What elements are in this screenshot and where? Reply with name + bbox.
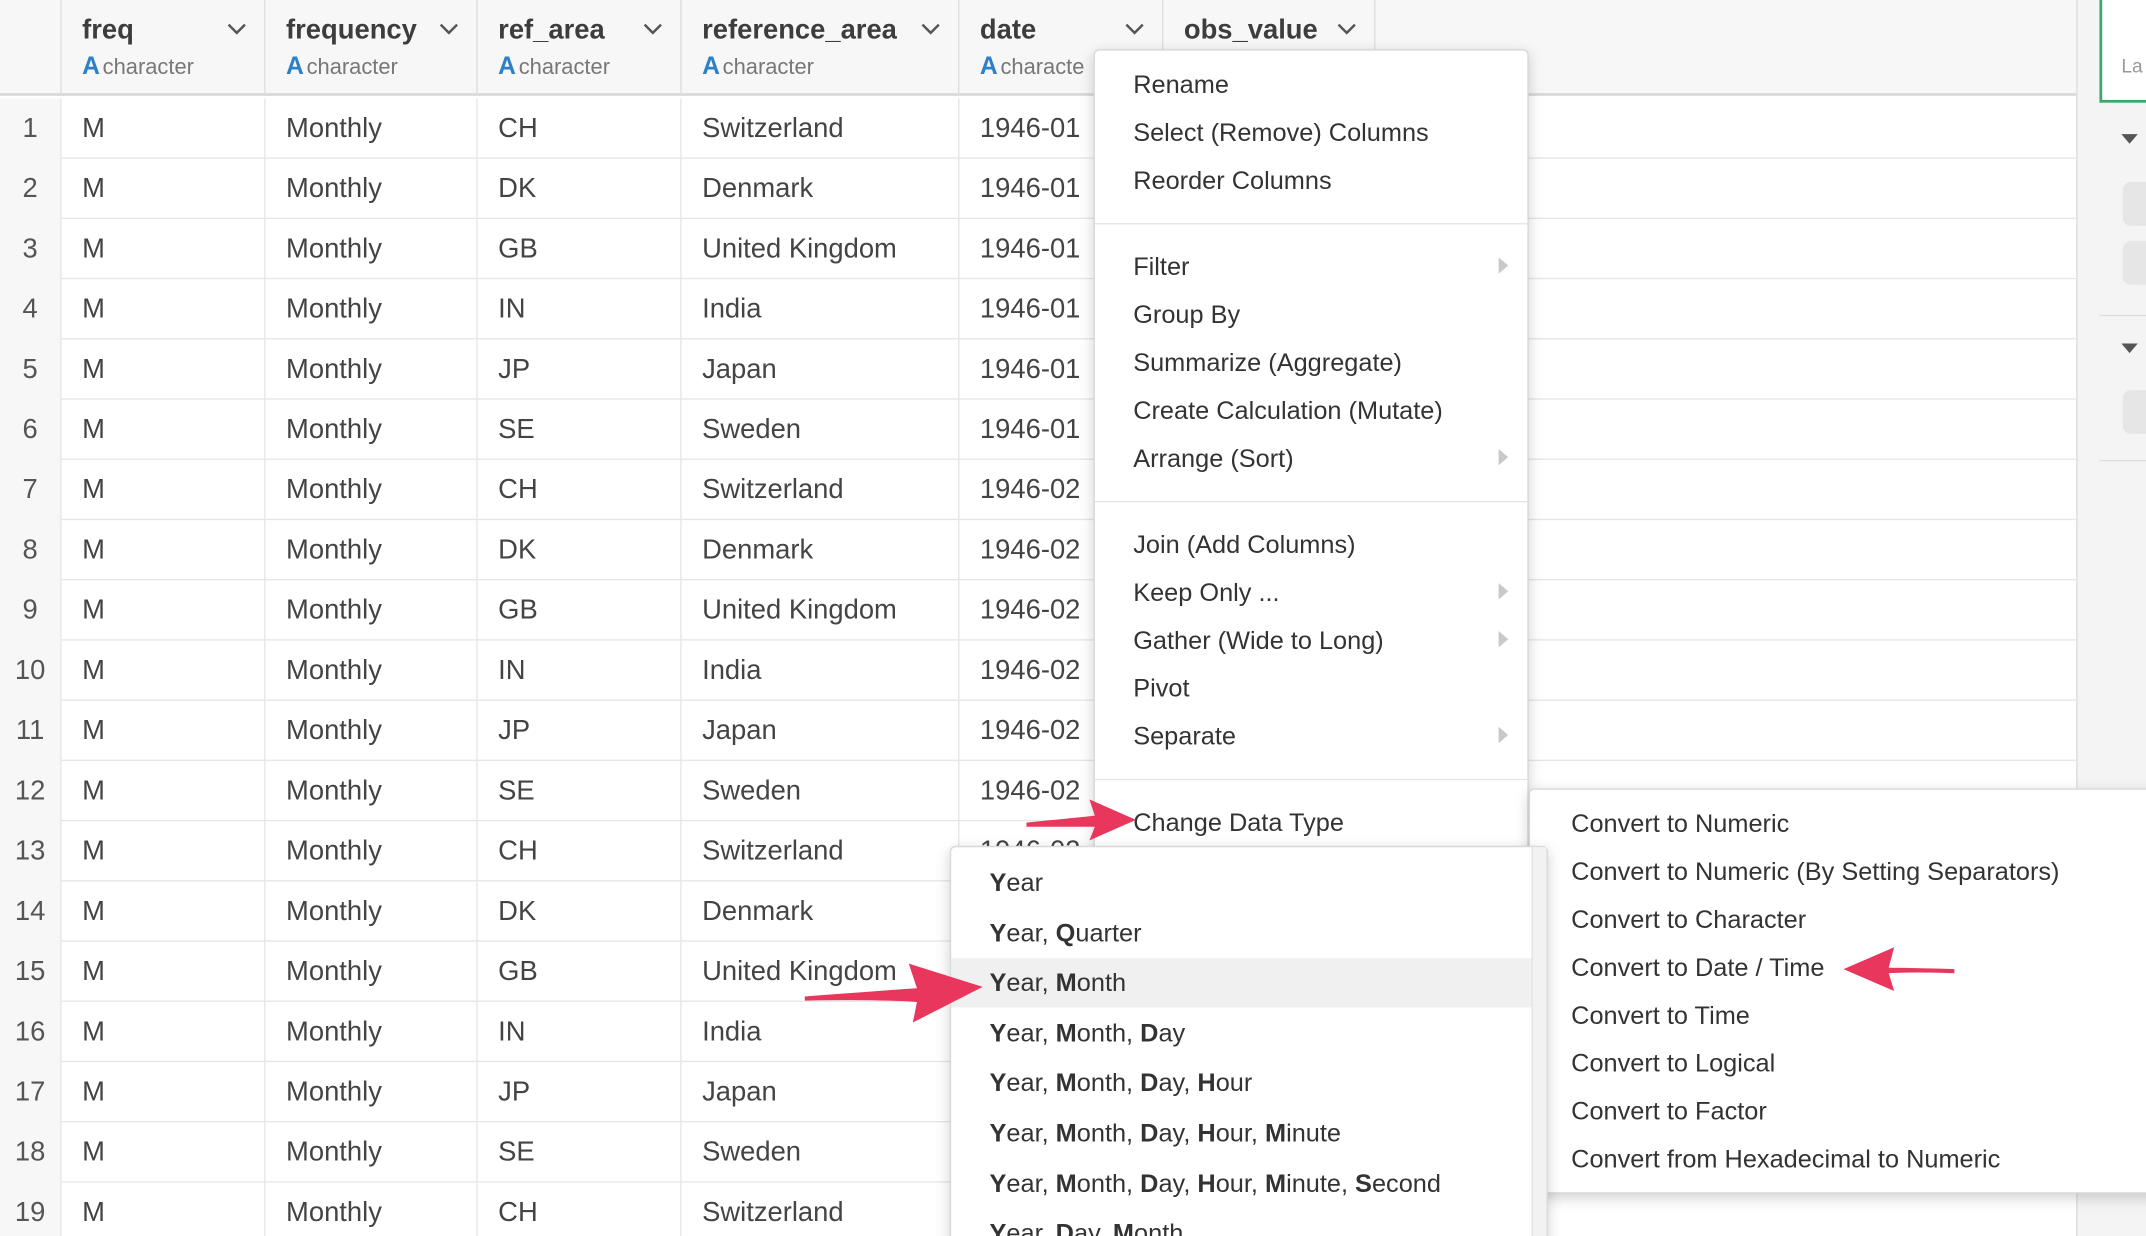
arrow-to-convert-date-time	[1843, 947, 1955, 991]
arrow-to-year-month	[804, 963, 983, 1023]
arrow-to-change-data-type	[1026, 799, 1136, 841]
annotation-arrows	[804, 799, 1955, 1023]
app-stage: freq Acharacter frequency Acharacter ref…	[0, 0, 2146, 1236]
